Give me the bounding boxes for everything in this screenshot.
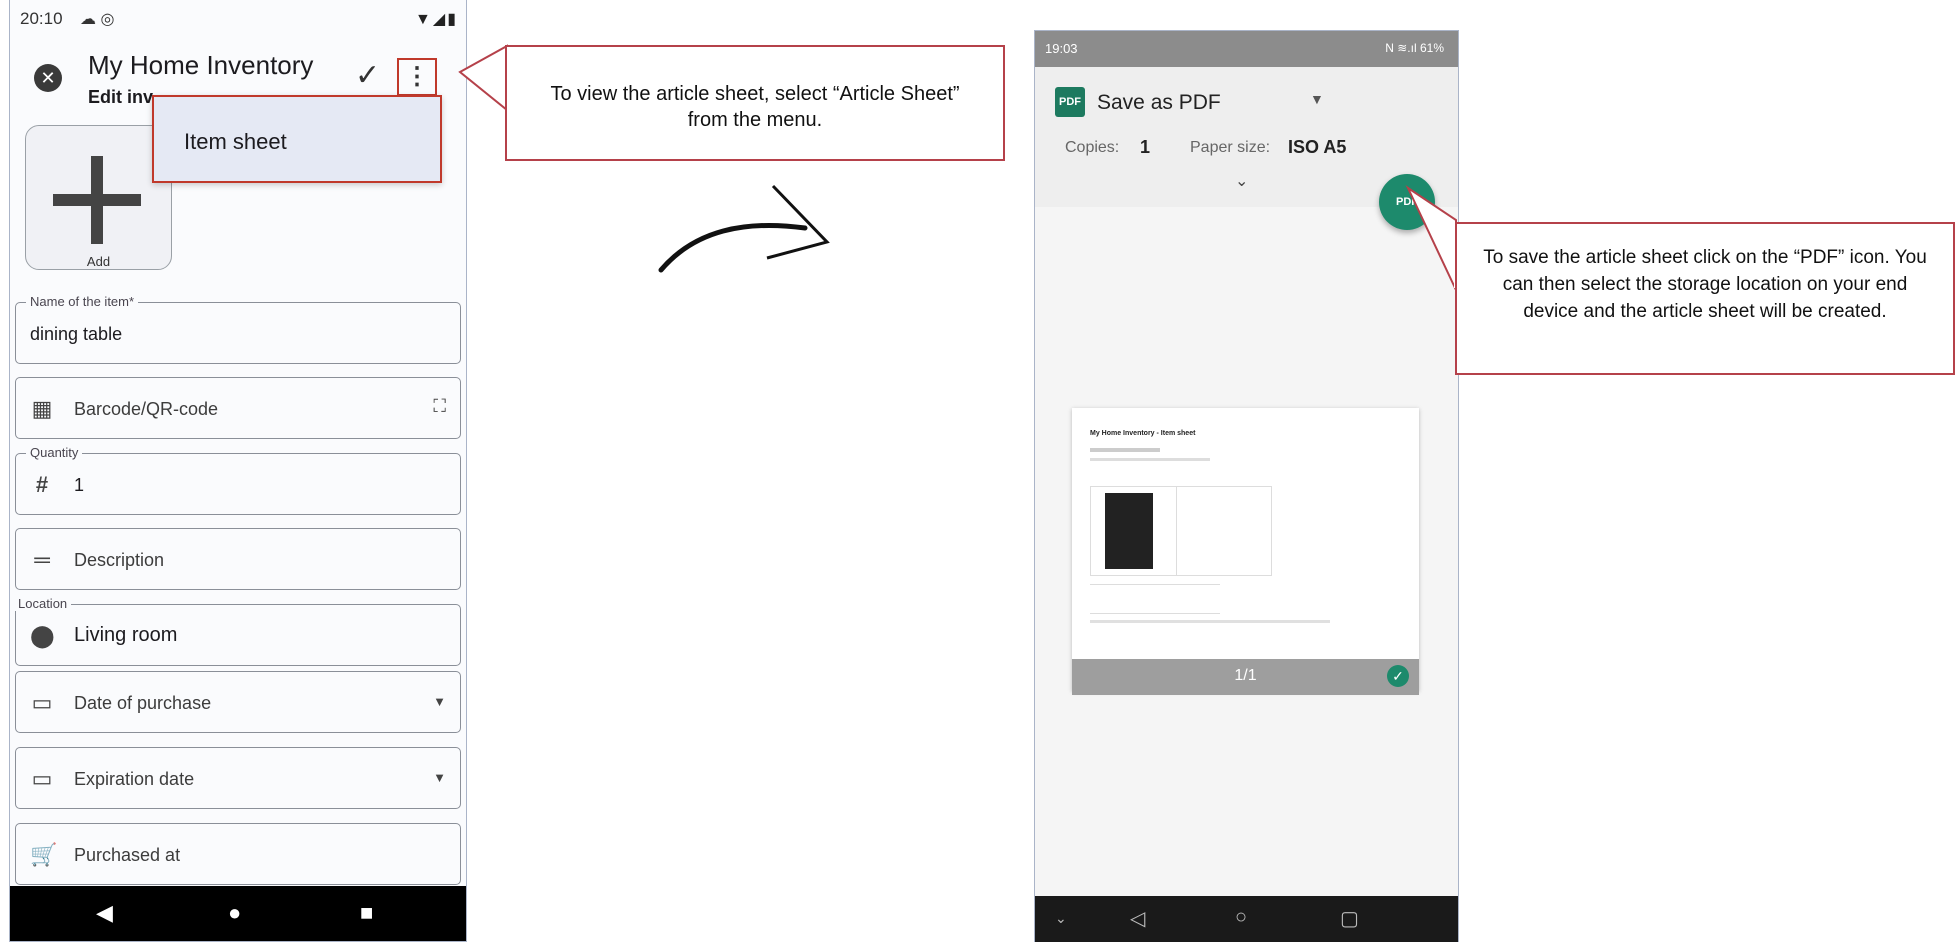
shopping-cart-icon: 🛒 [30, 842, 58, 867]
menu-hint-callout: To view the article sheet, select “Artic… [505, 45, 1005, 161]
expiration-date-field[interactable]: ▭ Expiration date ▼ [15, 747, 461, 809]
recents-icon[interactable]: ▢ [1340, 906, 1359, 931]
page-preview[interactable]: My Home Inventory - Item sheet 1/1 ✓ [1072, 408, 1419, 695]
check-icon: ✓ [355, 59, 381, 92]
status-signal-icons: N ≋.ıl 61% [1385, 41, 1444, 55]
paper-size-label: Paper size: [1190, 139, 1271, 156]
status-bar: 19:03 N ≋.ıl 61% [1035, 31, 1458, 67]
more-vert-icon: ⋮ [405, 63, 429, 90]
home-icon[interactable]: ● [228, 900, 241, 926]
preview-image [1105, 493, 1153, 569]
preview-details-table [1090, 584, 1220, 614]
date-of-purchase-placeholder: Date of purchase [74, 693, 212, 713]
callout-pointer [1405, 185, 1458, 291]
quantity-legend: Quantity [26, 445, 83, 460]
recents-icon[interactable]: ■ [360, 900, 373, 926]
location-value: Living room [74, 624, 178, 646]
paper-size-value[interactable]: ISO A5 [1288, 137, 1346, 158]
app-subtitle: Edit inv [88, 87, 154, 107]
destination-select[interactable]: Save as PDF [1097, 91, 1221, 115]
home-icon[interactable]: ○ [1235, 906, 1247, 929]
quantity-value: 1 [74, 475, 85, 495]
calendar-icon: ▭ [31, 766, 53, 791]
chevron-down-icon[interactable]: ⌄ [1055, 910, 1067, 927]
right-phone-screen: 19:03 N ≋.ıl 61% PDF Save as PDF ▼ Copie… [1034, 30, 1459, 942]
plus-icon-bar [53, 194, 141, 206]
copies-value[interactable]: 1 [1140, 137, 1150, 158]
menu-item-item-sheet[interactable]: Item sheet [184, 129, 287, 155]
close-button[interactable]: ✕ [34, 64, 62, 92]
add-image-tile[interactable]: Add [25, 125, 172, 270]
overflow-menu: Item sheet [152, 95, 442, 183]
location-field[interactable]: Location ⬤ Living room [14, 596, 461, 666]
preview-divider [1176, 487, 1177, 575]
date-of-purchase-field[interactable]: ▭ Date of purchase ▼ [15, 671, 461, 733]
barcode-field[interactable]: ▦ Barcode/QR-code ⛶ [15, 377, 461, 439]
status-time: 20:10 [20, 9, 63, 28]
purchased-at-field[interactable]: 🛒 Purchased at [15, 823, 461, 885]
quantity-field[interactable]: Quantity # 1 [15, 445, 461, 515]
curved-arrow-icon [658, 184, 830, 273]
menu-hint-text: To view the article sheet, select “Artic… [550, 83, 960, 131]
expiration-date-placeholder: Expiration date [74, 769, 195, 789]
close-icon: ✕ [40, 68, 56, 88]
pdf-hint-callout: To save the article sheet click on the “… [1455, 222, 1955, 375]
location-pin-icon: ⬤ [30, 623, 55, 648]
dropdown-arrow-icon: ▼ [433, 770, 446, 785]
page-count: 1/1 [1234, 667, 1257, 684]
calendar-icon: ▭ [31, 690, 53, 715]
back-icon[interactable]: ◁ [1130, 906, 1145, 931]
barcode-placeholder: Barcode/QR-code [74, 399, 219, 419]
preview-footer-bar: 1/1 ✓ [1072, 659, 1419, 695]
item-name-field[interactable]: Name of the item* dining table [15, 294, 461, 364]
preview-title: My Home Inventory - Item sheet [1090, 430, 1196, 437]
left-phone-screen: 20:10 ☁ ◎ ▼◢▮ ✕ My Home Inventory Edit i… [9, 0, 467, 942]
description-field[interactable]: ═ Description [15, 528, 461, 590]
scan-icon[interactable]: ⛶ [433, 396, 446, 417]
dropdown-arrow-icon: ▼ [433, 694, 446, 709]
chevron-down-icon[interactable]: ⌄ [1235, 171, 1248, 191]
system-nav-bar: ◀ ● ■ [10, 886, 466, 941]
more-options-button[interactable]: ⋮ [397, 58, 437, 96]
status-icons: ☁ ◎ [80, 11, 115, 28]
item-name-legend: Name of the item* [26, 294, 139, 309]
pdf-file-icon: PDF [1055, 87, 1085, 117]
description-placeholder: Description [74, 550, 165, 570]
hash-icon: # [35, 472, 49, 497]
pdf-hint-text: To save the article sheet click on the “… [1483, 247, 1927, 322]
copies-label: Copies: [1065, 139, 1120, 156]
notes-icon: ═ [34, 547, 50, 572]
preview-footer-line [1090, 620, 1330, 623]
status-time: 19:03 [1045, 41, 1078, 56]
system-nav-bar: ⌄ ◁ ○ ▢ [1035, 896, 1458, 942]
purchased-at-placeholder: Purchased at [74, 845, 181, 865]
status-signal-icons: ▼◢▮ [415, 11, 458, 28]
dropdown-arrow-icon[interactable]: ▼ [1310, 91, 1324, 107]
location-legend: Location [14, 596, 72, 611]
preview-text-line [1090, 458, 1210, 461]
add-label: Add [86, 254, 111, 269]
item-name-value: dining table [30, 324, 123, 344]
app-title: My Home Inventory [88, 50, 314, 80]
save-check-button[interactable]: ✓ [355, 58, 380, 93]
preview-text-line [1090, 448, 1160, 452]
preview-image-box [1090, 486, 1272, 576]
back-icon[interactable]: ◀ [96, 900, 113, 926]
qr-code-icon: ▦ [31, 396, 53, 421]
page-selected-check-icon[interactable]: ✓ [1387, 665, 1409, 687]
